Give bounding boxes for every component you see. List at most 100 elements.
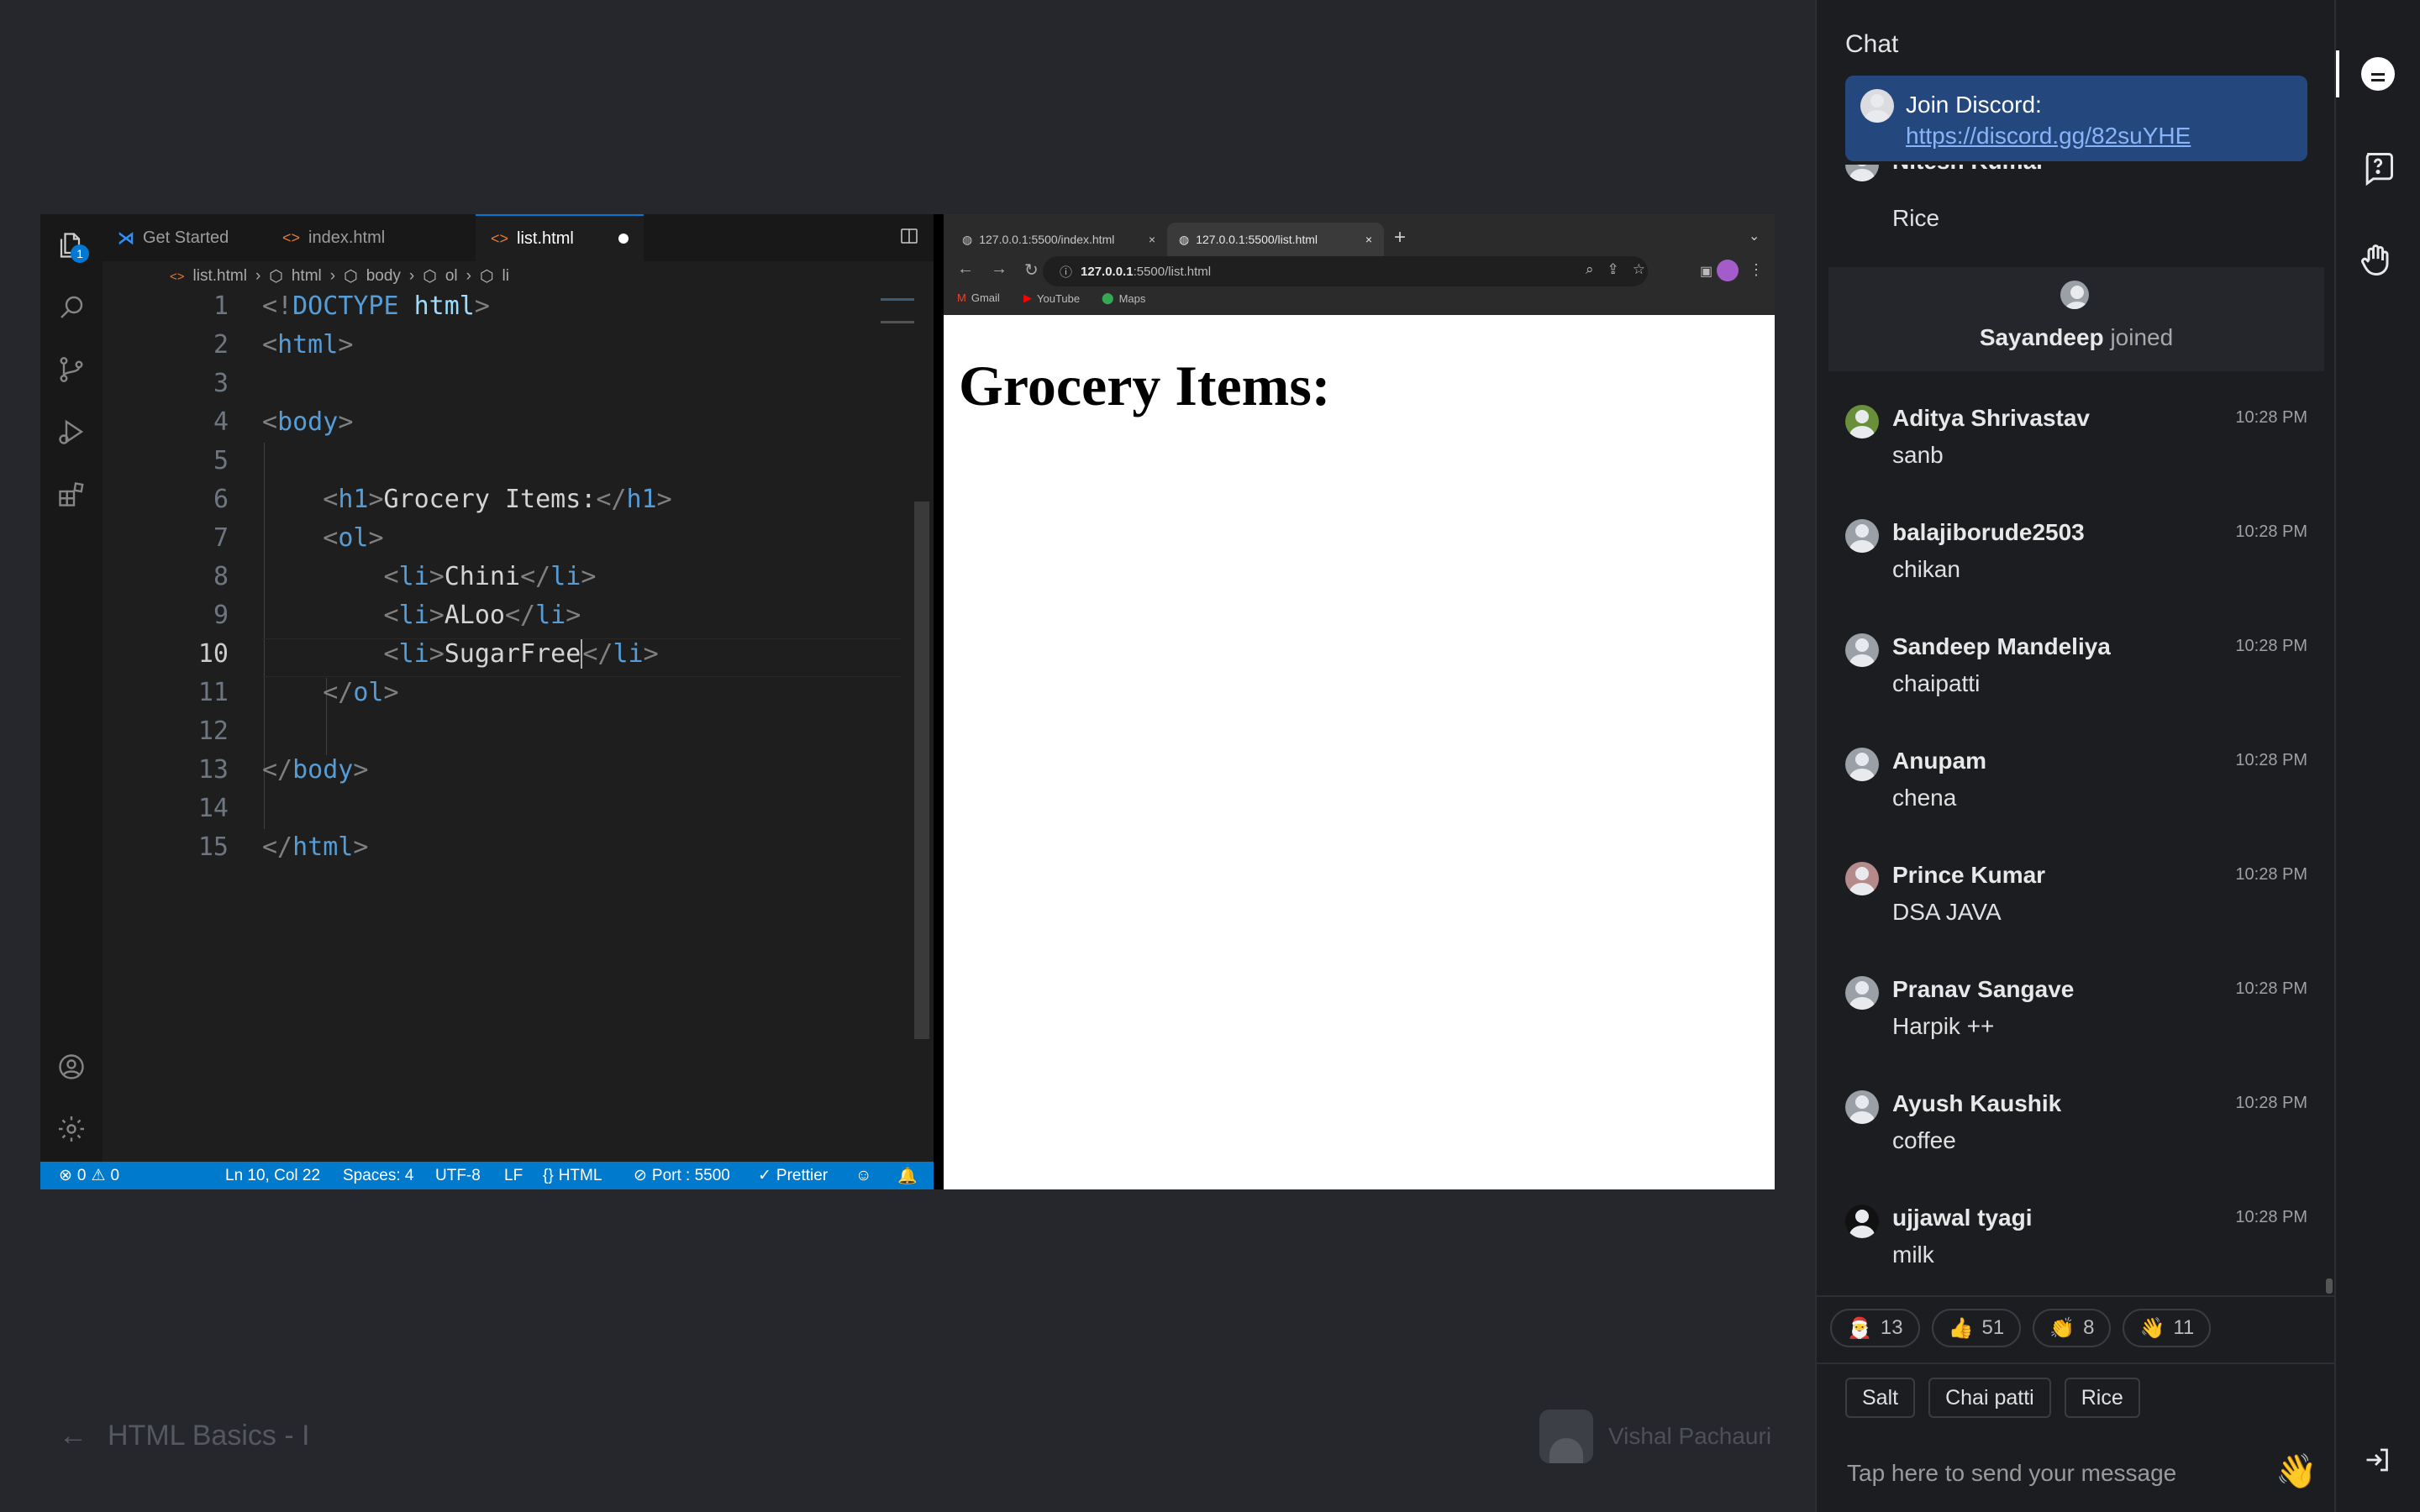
reaction-wave[interactable]: 👋 11 — [2123, 1309, 2212, 1347]
santa-emoji-icon: 🎅 — [1847, 1316, 1872, 1340]
source-control-icon[interactable] — [55, 354, 87, 386]
indentation[interactable]: Spaces: 4 — [343, 1162, 414, 1189]
message-time: 10:28 PM — [2235, 1208, 2307, 1226]
breadcrumb-item[interactable]: ol — [445, 267, 458, 286]
no-entry-icon: ⊘ — [634, 1167, 647, 1184]
tab-label: Get Started — [143, 228, 229, 247]
html-file-icon: <> — [282, 228, 301, 246]
wave-emoji-button[interactable]: 👋 — [2275, 1452, 2317, 1491]
message-text: Rice — [1892, 205, 1940, 231]
globe-icon: ◍ — [962, 232, 973, 246]
bookmark-maps[interactable]: ⬤ Maps — [1102, 291, 1145, 305]
browser-tab-active[interactable]: ◍ 127.0.0.1:5500/list.html × — [1167, 223, 1384, 256]
feedback-icon[interactable]: ☺ — [855, 1162, 871, 1189]
line-number: 2 — [213, 330, 229, 360]
breadcrumb-item[interactable]: li — [502, 267, 509, 286]
search-icon[interactable] — [55, 291, 87, 323]
run-debug-icon[interactable] — [55, 416, 87, 448]
split-editor-icon[interactable] — [899, 226, 919, 246]
account-icon[interactable] — [55, 1051, 87, 1083]
reaction-thumbs-up[interactable]: 👍 51 — [1931, 1309, 2022, 1347]
profile-avatar[interactable] — [1717, 260, 1739, 281]
breadcrumb-item[interactable]: html — [292, 267, 322, 286]
hand-raise-icon[interactable] — [2358, 240, 2398, 281]
chat-message-input[interactable]: Tap here to send your message — [1847, 1460, 2176, 1487]
share-icon[interactable]: ⇪ — [1607, 261, 1619, 278]
info-icon: ⓘ — [1060, 265, 1073, 280]
minimap[interactable] — [881, 298, 914, 323]
live-server-port[interactable]: ⊘ Port : 5500 — [634, 1162, 730, 1189]
tab-get-started[interactable]: ⋊ Get Started — [103, 214, 244, 261]
tab-index-html[interactable]: <> index.html — [267, 214, 400, 261]
warning-icon: ⚠ — [91, 1167, 106, 1184]
message-time: 10:28 PM — [2235, 522, 2307, 541]
chat-message: Anupam 10:28 PM chena — [1845, 748, 2307, 840]
encoding[interactable]: UTF-8 — [435, 1162, 481, 1189]
chevron-right-icon: › — [466, 267, 471, 285]
extensions-icon[interactable] — [55, 478, 87, 510]
browser-menu-icon[interactable]: ⋮ — [1749, 261, 1764, 279]
quick-reply-chai-patti[interactable]: Chai patti — [1928, 1378, 2051, 1418]
message-time: 10:28 PM — [2235, 1094, 2307, 1112]
question-icon[interactable] — [2358, 148, 2398, 188]
reaction-count: 51 — [1981, 1316, 2005, 1339]
back-arrow-icon[interactable]: ← — [957, 260, 974, 281]
chevron-down-icon[interactable]: ⌄ — [1749, 228, 1760, 244]
cursor-position[interactable]: Ln 10, Col 22 — [225, 1162, 320, 1189]
address-bar[interactable]: ⓘ 127.0.0.1:5500/list.html — [1043, 256, 1648, 286]
split-divider[interactable] — [934, 214, 944, 1189]
close-icon[interactable]: × — [1365, 233, 1372, 246]
browser-tab-title: 127.0.0.1:5500/index.html — [979, 233, 1115, 246]
divider — [1817, 1295, 2336, 1297]
problems-indicator[interactable]: ⊗ 0 ⚠ 0 — [59, 1162, 119, 1189]
close-icon[interactable]: × — [1149, 233, 1155, 246]
reload-icon[interactable]: ↻ — [1024, 260, 1039, 281]
unsaved-dot-icon[interactable] — [618, 234, 629, 244]
chat-message: Prince Kumar 10:28 PM DSA JAVA — [1845, 862, 2307, 954]
exit-icon[interactable] — [2358, 1440, 2398, 1480]
extensions-puzzle-icon[interactable]: ▣ — [1700, 263, 1712, 280]
reaction-santa[interactable]: 🎅 13 — [1830, 1309, 1920, 1347]
line-number: 11 — [197, 678, 229, 707]
reaction-clap[interactable]: 👏 8 — [2033, 1309, 2112, 1347]
discord-link[interactable]: https://discord.gg/82suYHE — [1906, 123, 2191, 149]
chat-bubble-icon[interactable] — [2358, 54, 2398, 94]
line-ending[interactable]: LF — [504, 1162, 523, 1189]
code-line: <h1>Grocery Items:</h1> — [323, 485, 672, 514]
browser-tab[interactable]: ◍ 127.0.0.1:5500/index.html × — [950, 223, 1167, 256]
error-count: 0 — [76, 1166, 87, 1184]
code-line: <html> — [262, 330, 354, 360]
new-tab-icon[interactable]: + — [1394, 226, 1406, 249]
notifications-bell-icon[interactable]: 🔔 — [897, 1162, 918, 1189]
zoom-icon[interactable]: ⌕ — [1586, 261, 1594, 278]
code-editor[interactable]: 1 <!DOCTYPE html> 2 <html> 3 4 <body> 5 … — [103, 291, 934, 1162]
quick-reply-rice[interactable]: Rice — [2064, 1378, 2140, 1418]
code-line: </ol> — [323, 678, 399, 707]
message-text: Harpik ++ — [1892, 1013, 1995, 1039]
active-indicator — [2336, 50, 2339, 97]
message-time: 10:28 PM — [2235, 637, 2307, 655]
vscode-icon: ⋊ — [118, 228, 134, 248]
back-arrow-icon[interactable]: ← — [59, 1420, 87, 1452]
language-mode[interactable]: {} HTML — [543, 1162, 602, 1189]
braces-icon: {} — [543, 1166, 554, 1184]
prettier-status[interactable]: ✓ Prettier — [758, 1162, 828, 1189]
message-text: chena — [1892, 785, 1957, 811]
quick-reply-salt[interactable]: Salt — [1845, 1378, 1916, 1418]
code-line: <!DOCTYPE html> — [262, 291, 490, 321]
breadcrumb-item[interactable]: body — [366, 267, 401, 286]
line-number: 9 — [213, 601, 229, 630]
breadcrumb-item[interactable]: list.html — [193, 267, 247, 286]
settings-gear-icon[interactable] — [55, 1113, 87, 1145]
message-author: Aditya Shrivastav — [1892, 405, 2090, 431]
explorer-badge: 1 — [71, 244, 89, 263]
editor-scrollbar[interactable] — [914, 501, 929, 1039]
chat-scrollbar[interactable] — [2326, 1278, 2333, 1294]
bookmark-gmail[interactable]: M Gmail — [957, 291, 1000, 304]
bookmark-youtube[interactable]: ▶ YouTube — [1023, 291, 1080, 305]
line-number: 6 — [213, 485, 229, 514]
user-avatar — [2060, 281, 2089, 309]
forward-arrow-icon[interactable]: → — [991, 260, 1007, 281]
tab-list-html[interactable]: <> list.html — [476, 214, 644, 261]
star-icon[interactable]: ☆ — [1633, 261, 1645, 278]
